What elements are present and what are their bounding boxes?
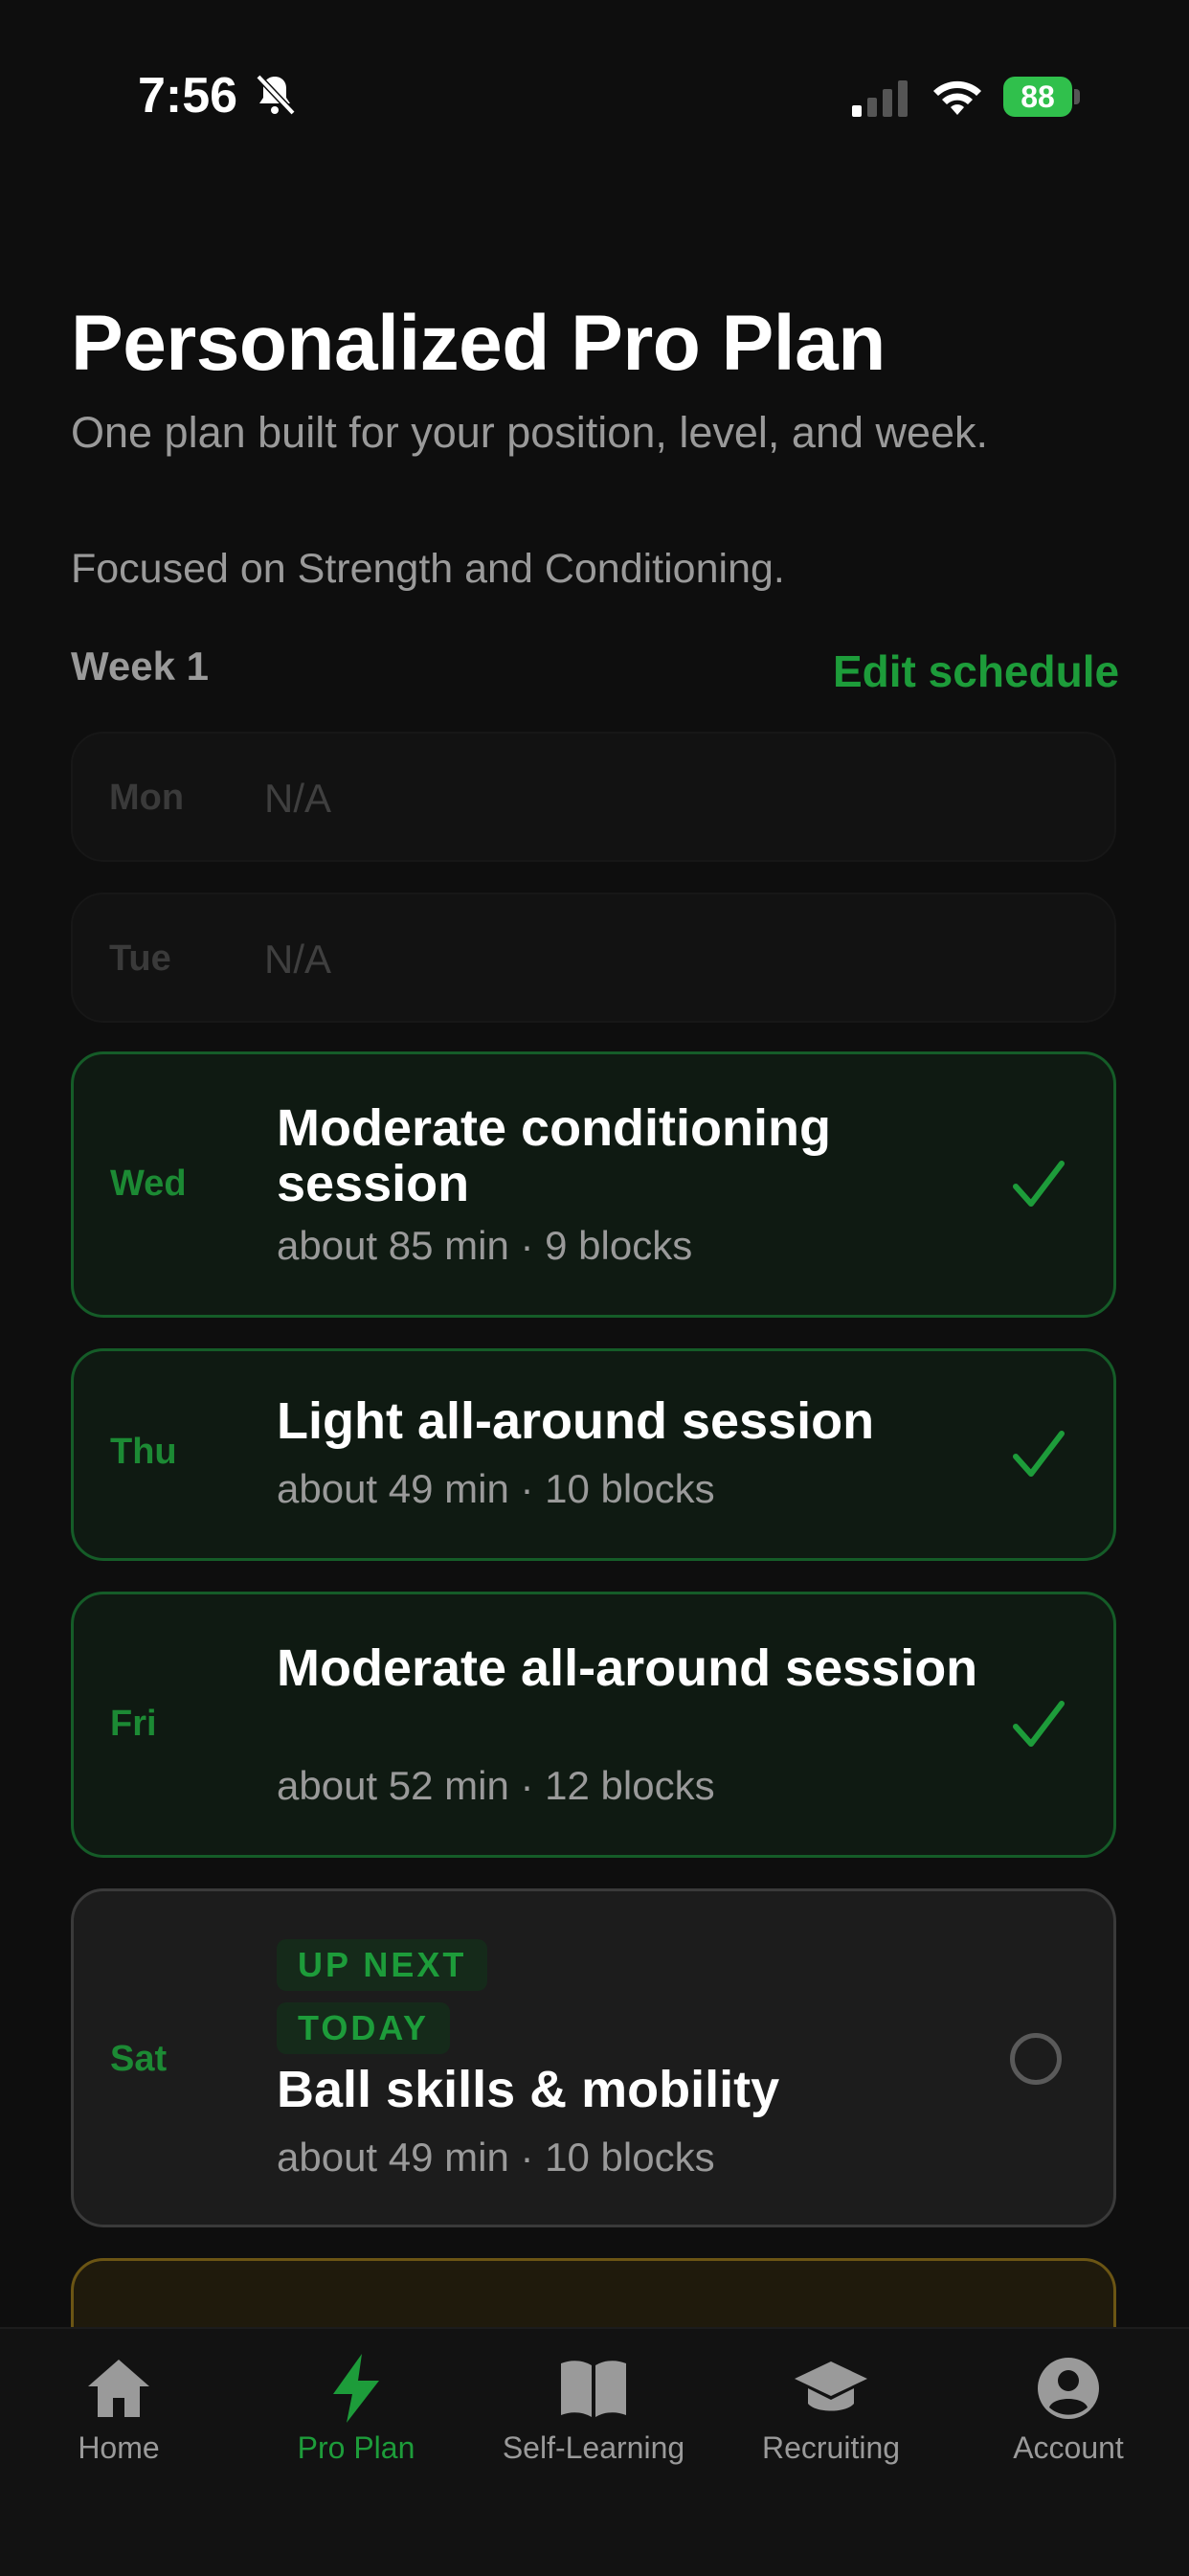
day-label: Sat (110, 2039, 168, 2079)
session-meta: about 49 min · 10 blocks (277, 1466, 715, 1511)
day-label: Thu (110, 1432, 177, 1472)
graduation-cap-icon (795, 2361, 867, 2411)
battery-level: 88 (1003, 77, 1072, 117)
day-label: Mon (109, 778, 185, 818)
session-meta: about 85 min · 9 blocks (277, 1223, 693, 1268)
session-title: Ball skills & mobility (277, 2061, 780, 2118)
book-icon (561, 2361, 626, 2417)
tab-pro-plan[interactable]: Pro Plan (237, 2348, 475, 2466)
session-title: Moderate all-around session (277, 1639, 978, 1697)
tab-label: Pro Plan (297, 2430, 415, 2465)
check-icon (1013, 1161, 1065, 1207)
week-label: Week 1 (71, 644, 209, 689)
status-time: 7:56 (138, 68, 238, 124)
tab-home[interactable]: Home (0, 2348, 237, 2466)
session-meta: about 49 min · 10 blocks (277, 2135, 715, 2180)
session-title: Moderate conditioning session (277, 1099, 831, 1212)
day-card-wed[interactable]: Wed Moderate conditioning session about … (71, 1051, 1116, 1318)
cellular-signal-icon (852, 80, 908, 117)
no-session-text: N/A (264, 776, 332, 821)
tab-recruiting[interactable]: Recruiting (712, 2348, 950, 2466)
today-badge: TODAY (277, 2002, 451, 2054)
wifi-icon (933, 80, 981, 115)
up-next-badge: UP NEXT (277, 1939, 488, 1991)
silent-bell-icon (256, 74, 296, 116)
day-card-sat[interactable]: Sat UP NEXT TODAY Ball skills & mobility… (71, 1888, 1116, 2227)
tab-label: Self-Learning (502, 2430, 685, 2465)
day-card-fri[interactable]: Fri Moderate all-around session about 52… (71, 1592, 1116, 1858)
tab-label: Account (1013, 2430, 1124, 2465)
tab-label: Home (78, 2430, 160, 2465)
tab-account[interactable]: Account (950, 2348, 1187, 2466)
tab-label: Recruiting (761, 2430, 901, 2465)
tab-bar: Home Pro Plan Self-Learning Recruiting A… (0, 2327, 1189, 2576)
edit-schedule-link[interactable]: Edit schedule (833, 645, 1119, 697)
plan-focus: Focused on Strength and Conditioning. (71, 546, 785, 592)
battery-indicator: 88 (1003, 77, 1082, 117)
tab-self-learning[interactable]: Self-Learning (475, 2348, 712, 2466)
incomplete-circle-icon[interactable] (1010, 2033, 1062, 2085)
day-label: Wed (110, 1164, 187, 1204)
session-title: Light all-around session (277, 1392, 875, 1450)
bolt-icon (333, 2354, 379, 2423)
home-icon (88, 2360, 149, 2417)
page-title: Personalized Pro Plan (71, 300, 886, 387)
page-subtitle: One plan built for your position, level,… (71, 408, 989, 457)
check-icon (1013, 1701, 1065, 1747)
day-card-thu[interactable]: Thu Light all-around session about 49 mi… (71, 1348, 1116, 1561)
check-icon (1013, 1431, 1065, 1477)
no-session-text: N/A (264, 937, 332, 982)
day-label: Fri (110, 1704, 157, 1744)
day-card-tue: Tue N/A (71, 893, 1116, 1023)
session-meta: about 52 min · 12 blocks (277, 1763, 715, 1808)
day-card-mon: Mon N/A (71, 732, 1116, 862)
day-label: Tue (109, 938, 171, 979)
account-icon (1038, 2358, 1099, 2419)
